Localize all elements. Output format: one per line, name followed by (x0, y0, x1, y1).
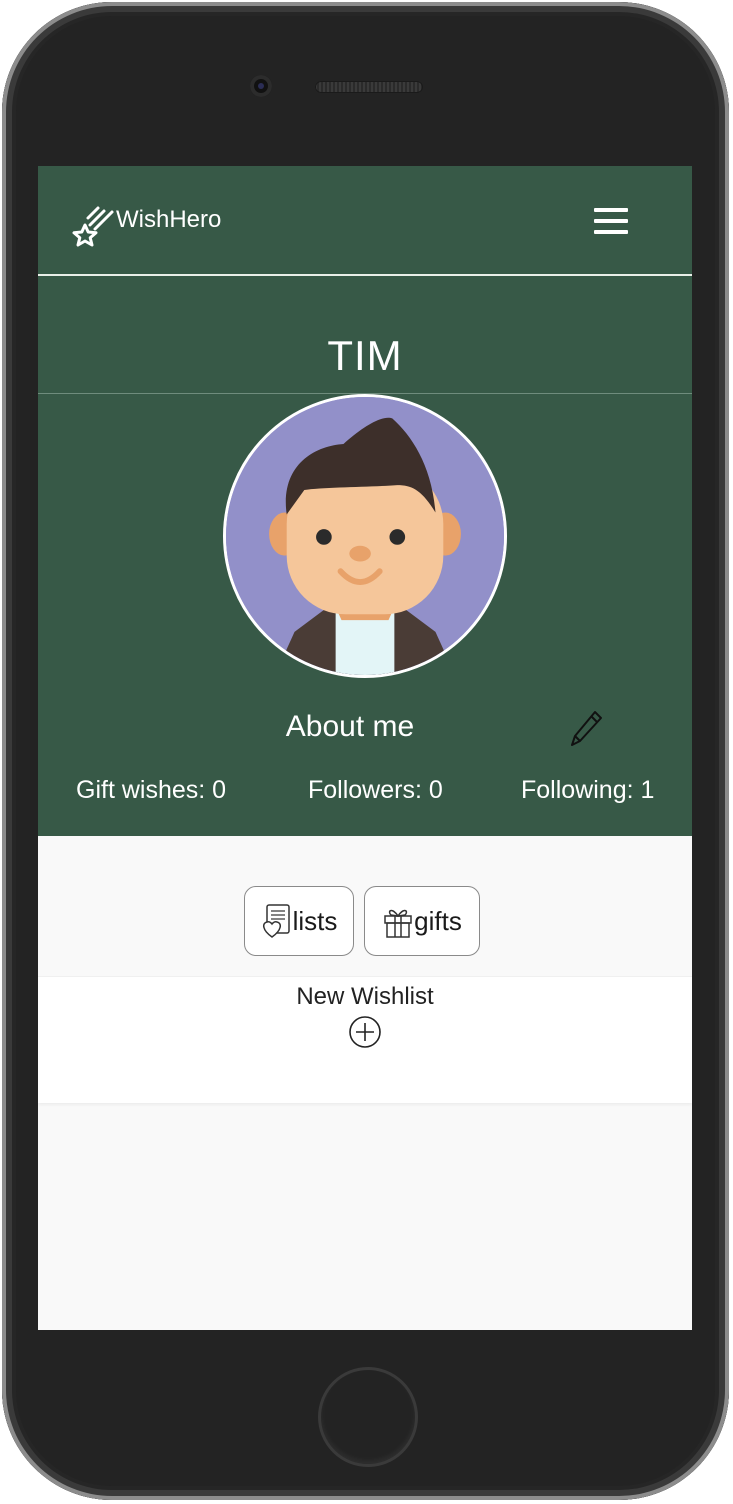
earpiece-speaker (315, 81, 423, 93)
brand-name: WishHero (116, 206, 222, 233)
app-screen: WishHero TIM About me Gift wishes: 0 Fol… (38, 166, 692, 1330)
home-button[interactable] (318, 1367, 418, 1467)
plus-circle-icon[interactable] (348, 1015, 382, 1049)
following-stat[interactable]: Following: 1 (521, 776, 654, 805)
gift-icon (384, 909, 412, 938)
followers-stat[interactable]: Followers: 0 (308, 776, 443, 805)
shooting-star-icon (72, 206, 114, 247)
top-navbar: WishHero (38, 166, 692, 276)
hamburger-menu-icon[interactable] (594, 208, 628, 238)
new-wishlist-card[interactable]: New Wishlist (38, 976, 692, 1103)
heart-list-icon (262, 904, 290, 938)
pencil-edit-icon[interactable] (568, 708, 604, 748)
avatar-illustration (226, 397, 504, 675)
profile-header: TIM About me Gift wishes: 0 Followers: 0… (38, 276, 692, 836)
tab-gifts-label: gifts (414, 905, 462, 936)
brand-logo[interactable]: WishHero (68, 199, 221, 249)
tab-gifts[interactable]: gifts (364, 886, 480, 956)
tab-lists[interactable]: lists (244, 886, 354, 956)
tab-lists-label: lists (292, 905, 338, 936)
gift-wishes-stat[interactable]: Gift wishes: 0 (76, 776, 226, 805)
profile-name-row: TIM (38, 276, 692, 394)
profile-stats: Gift wishes: 0 Followers: 0 Following: 1 (38, 776, 692, 816)
profile-content: lists gifts New Wishlist (38, 836, 692, 1330)
avatar[interactable] (223, 394, 507, 678)
new-wishlist-label: New Wishlist (296, 983, 434, 1010)
profile-name: TIM (327, 332, 403, 379)
front-camera (250, 75, 272, 97)
